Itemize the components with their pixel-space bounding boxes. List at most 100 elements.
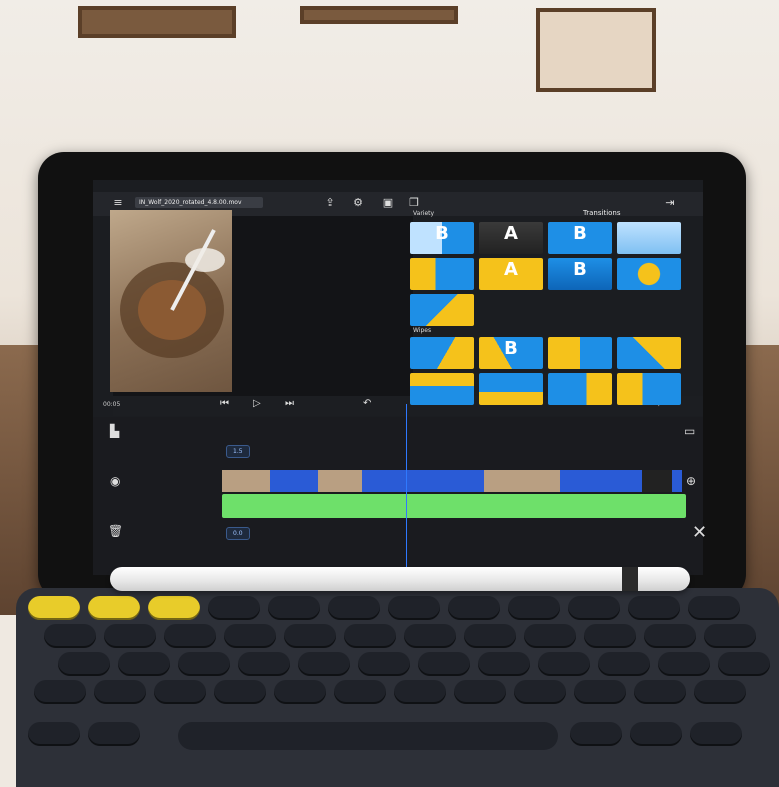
- menu-icon[interactable]: ≡: [111, 196, 125, 210]
- keyboard-key[interactable]: [28, 722, 80, 746]
- transition-tile[interactable]: [410, 294, 474, 326]
- audio-clip[interactable]: [222, 494, 686, 518]
- keyboard-key[interactable]: [388, 596, 440, 620]
- transition-tile[interactable]: [617, 373, 681, 405]
- settings-icon[interactable]: ⚙: [351, 196, 365, 210]
- keyboard-key[interactable]: [694, 680, 746, 704]
- keyboard-key[interactable]: [598, 652, 650, 676]
- close-icon[interactable]: ✕: [692, 522, 707, 543]
- keyboard-key[interactable]: [568, 596, 620, 620]
- keyboard-key[interactable]: [164, 624, 216, 648]
- keyboard-key[interactable]: [88, 722, 140, 746]
- keyboard-key[interactable]: [154, 680, 206, 704]
- keyboard-key[interactable]: [538, 652, 590, 676]
- keyboard-key[interactable]: [630, 722, 682, 746]
- track-label-top[interactable]: 1.5: [226, 445, 250, 458]
- keyboard-key[interactable]: [634, 680, 686, 704]
- section-wipes: Wipes: [413, 327, 432, 334]
- next-icon[interactable]: ⏭: [285, 398, 294, 409]
- undo-icon[interactable]: ↶: [363, 398, 371, 409]
- tile-artwork: [617, 258, 681, 290]
- keyboard-key[interactable]: [690, 722, 742, 746]
- audio-meter-icon[interactable]: ▙: [110, 424, 119, 438]
- transition-tile[interactable]: A: [479, 258, 543, 290]
- keyboard-key[interactable]: [508, 596, 560, 620]
- keyboard-key[interactable]: [344, 624, 396, 648]
- keyboard-key[interactable]: [94, 680, 146, 704]
- export-icon[interactable]: ⇥: [663, 196, 677, 210]
- keyboard-key[interactable]: [224, 624, 276, 648]
- keyboard-key[interactable]: [88, 596, 140, 620]
- transition-tile[interactable]: [479, 373, 543, 405]
- transition-tile[interactable]: B: [548, 222, 612, 254]
- transition-tile[interactable]: [617, 258, 681, 290]
- keyboard-key[interactable]: [44, 624, 96, 648]
- play-icon[interactable]: ▷: [253, 398, 261, 409]
- keyboard-key[interactable]: [104, 624, 156, 648]
- tile-artwork: [410, 258, 474, 290]
- clip-thumbnail: [642, 470, 672, 492]
- keyboard-key[interactable]: [328, 596, 380, 620]
- keyboard-key[interactable]: [524, 624, 576, 648]
- eye-icon[interactable]: ◉: [110, 474, 120, 488]
- keyboard-key[interactable]: [514, 680, 566, 704]
- transition-tile[interactable]: [617, 222, 681, 254]
- project-name[interactable]: IN_Wolf_2020_rotated_4.8.00.mov: [135, 197, 263, 208]
- keyboard-key[interactable]: [628, 596, 680, 620]
- media-icon[interactable]: ▭: [684, 424, 695, 438]
- track-label-bottom[interactable]: 0.0: [226, 527, 250, 540]
- media-icon[interactable]: ▣: [381, 196, 395, 210]
- transition-tile[interactable]: [548, 337, 612, 369]
- keyboard-key[interactable]: [464, 624, 516, 648]
- transition-tile[interactable]: [548, 373, 612, 405]
- keyboard-key[interactable]: [658, 652, 710, 676]
- tile-glyph: B: [504, 338, 518, 359]
- keyboard-key[interactable]: [274, 680, 326, 704]
- tile-glyph: B: [573, 259, 587, 280]
- space-key[interactable]: [178, 722, 558, 750]
- keyboard-key[interactable]: [268, 596, 320, 620]
- keyboard-key[interactable]: [570, 722, 622, 746]
- video-clip[interactable]: [222, 470, 682, 492]
- transition-tile[interactable]: [410, 337, 474, 369]
- photo-scene: ≡ IN_Wolf_2020_rotated_4.8.00.mov ⇪ ⚙ ▣ …: [0, 0, 779, 787]
- keyboard-key[interactable]: [584, 624, 636, 648]
- transition-tile[interactable]: [617, 337, 681, 369]
- transition-tile[interactable]: B: [410, 222, 474, 254]
- keyboard-key[interactable]: [454, 680, 506, 704]
- keyboard-key[interactable]: [58, 652, 110, 676]
- keyboard-key[interactable]: [34, 680, 86, 704]
- transition-tile[interactable]: B: [479, 337, 543, 369]
- keyboard-key[interactable]: [334, 680, 386, 704]
- keyboard-key[interactable]: [298, 652, 350, 676]
- transition-tile[interactable]: B: [548, 258, 612, 290]
- keyboard-key[interactable]: [448, 596, 500, 620]
- keyboard-key[interactable]: [718, 652, 770, 676]
- transition-tile[interactable]: [410, 258, 474, 290]
- transition-tile[interactable]: [410, 373, 474, 405]
- keyboard-key[interactable]: [688, 596, 740, 620]
- keyboard-key[interactable]: [394, 680, 446, 704]
- keyboard-key[interactable]: [118, 652, 170, 676]
- keyboard-key[interactable]: [178, 652, 230, 676]
- transition-tile[interactable]: A: [479, 222, 543, 254]
- keyboard-key[interactable]: [418, 652, 470, 676]
- share-icon[interactable]: ⇪: [323, 196, 337, 210]
- keyboard-key[interactable]: [358, 652, 410, 676]
- previous-icon[interactable]: ⏮: [220, 398, 229, 409]
- layers-icon[interactable]: ❐: [407, 196, 421, 210]
- keyboard-key[interactable]: [238, 652, 290, 676]
- keyboard-key[interactable]: [478, 652, 530, 676]
- keyboard-key[interactable]: [214, 680, 266, 704]
- keyboard-key[interactable]: [404, 624, 456, 648]
- keyboard-key[interactable]: [208, 596, 260, 620]
- add-icon[interactable]: ⊕: [686, 474, 696, 488]
- keyboard-key[interactable]: [284, 624, 336, 648]
- keyboard-key[interactable]: [704, 624, 756, 648]
- delete-icon[interactable]: 🗑: [108, 524, 123, 538]
- keyboard-key[interactable]: [644, 624, 696, 648]
- keyboard-key[interactable]: [574, 680, 626, 704]
- playhead[interactable]: [406, 404, 407, 575]
- keyboard-key[interactable]: [28, 596, 80, 620]
- keyboard-key[interactable]: [148, 596, 200, 620]
